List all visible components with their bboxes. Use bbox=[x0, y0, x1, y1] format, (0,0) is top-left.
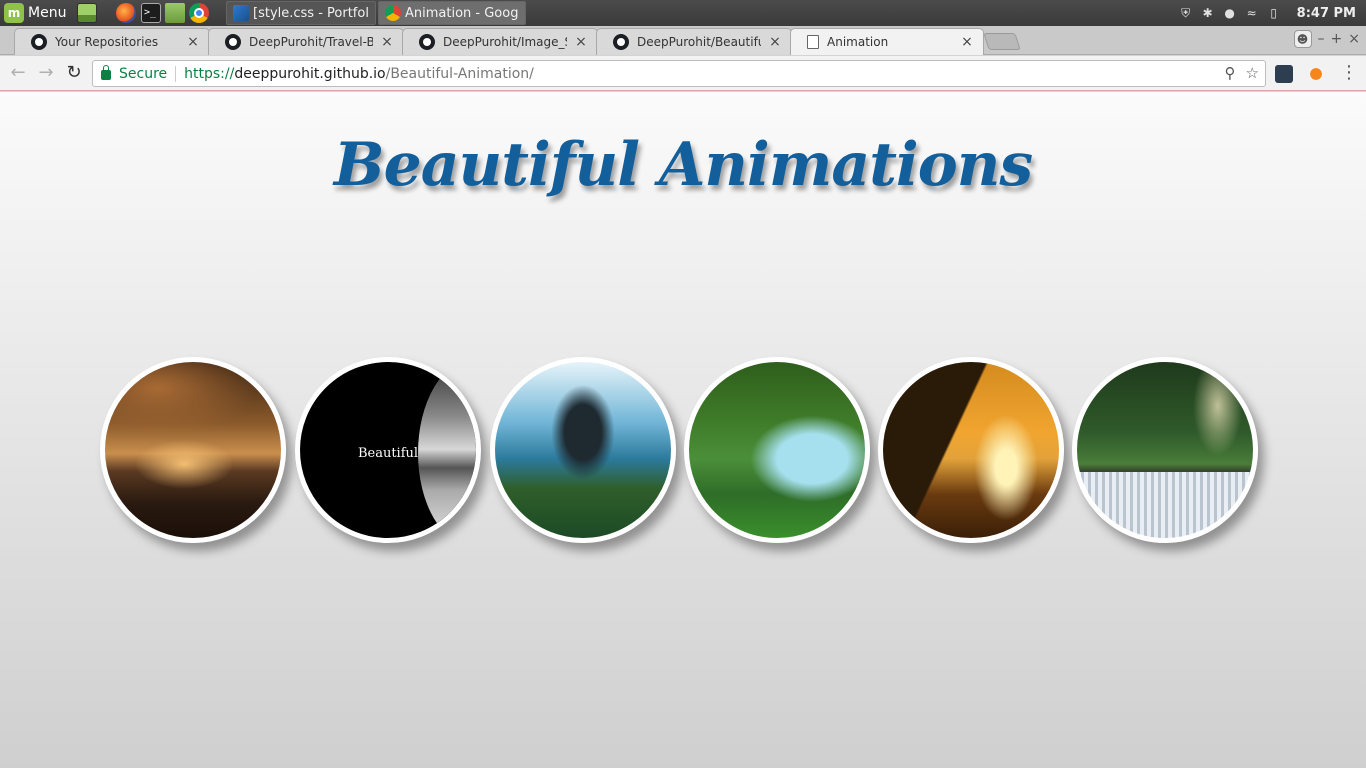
close-icon[interactable]: × bbox=[575, 34, 587, 50]
os-taskbar: m Menu >_ [style.css - Portfoli... Anima… bbox=[0, 0, 1366, 26]
start-menu-label: Menu bbox=[28, 5, 67, 21]
image-circle-waterfall[interactable] bbox=[1072, 357, 1258, 543]
image-circle-row: Beautiful bbox=[100, 357, 1260, 543]
terminal-icon[interactable]: >_ bbox=[141, 3, 161, 23]
new-tab-button[interactable] bbox=[983, 33, 1021, 50]
image-circle-tree[interactable] bbox=[490, 357, 676, 543]
files-folder-icon[interactable] bbox=[165, 3, 185, 23]
linux-mint-icon: m bbox=[4, 3, 24, 23]
reload-icon[interactable]: ↻ bbox=[63, 62, 85, 84]
close-icon[interactable]: × bbox=[381, 34, 393, 50]
github-icon bbox=[31, 34, 47, 50]
close-icon[interactable]: × bbox=[961, 34, 973, 50]
window-controls: ☻ – + × bbox=[1293, 30, 1360, 48]
web-page: Beautiful Animations Beautiful bbox=[0, 92, 1366, 768]
tab-image-slider[interactable]: DeepPurohit/Image_Slid × bbox=[402, 28, 598, 55]
tab-your-repositories[interactable]: Your Repositories × bbox=[14, 28, 210, 55]
system-tray: ⛨ ✱ ● ≈ ▯ 8:47 PM bbox=[1179, 0, 1356, 26]
tab-title: Animation bbox=[827, 35, 889, 49]
minimize-button[interactable]: – bbox=[1318, 31, 1325, 47]
taskbar-window-label: [style.css - Portfoli... bbox=[253, 5, 369, 21]
browser-tabstrip: Your Repositories × DeepPurohit/Travel-B… bbox=[0, 26, 1366, 55]
bookmark-star-icon[interactable]: ☆ bbox=[1246, 64, 1259, 82]
tab-title: Your Repositories bbox=[55, 35, 159, 49]
metamask-extension-icon[interactable] bbox=[1307, 65, 1325, 83]
url-path: /Beautiful-Animation/ bbox=[385, 65, 534, 82]
url-scheme: https:// bbox=[184, 65, 235, 82]
secure-label[interactable]: Secure bbox=[119, 66, 167, 82]
chrome-launcher-icon[interactable] bbox=[189, 3, 209, 23]
github-icon bbox=[225, 34, 241, 50]
battery-icon[interactable]: ▯ bbox=[1267, 6, 1281, 20]
circle-caption: Beautiful bbox=[357, 446, 419, 461]
browser-toolbar: ← → ↻ Secure https:// deeppurohit.github… bbox=[0, 56, 1366, 91]
image-circle-bridge[interactable] bbox=[878, 357, 1064, 543]
tab-title: DeepPurohit/Travel-Boo bbox=[249, 35, 373, 49]
firefox-icon[interactable] bbox=[116, 3, 136, 23]
taskbar-window-vscode[interactable]: [style.css - Portfoli... bbox=[226, 1, 376, 25]
show-desktop-icon[interactable] bbox=[77, 3, 97, 23]
extension-icon[interactable] bbox=[1275, 65, 1293, 83]
wifi-icon[interactable]: ≈ bbox=[1245, 6, 1259, 20]
omnibox-actions: ⚲ ☆ bbox=[1225, 64, 1259, 82]
tab-beautiful-animation-repo[interactable]: DeepPurohit/Beautiful-A × bbox=[596, 28, 792, 55]
back-arrow-icon[interactable]: ← bbox=[7, 62, 29, 84]
start-menu-button[interactable]: m Menu bbox=[4, 3, 66, 23]
tab-travel-book[interactable]: DeepPurohit/Travel-Boo × bbox=[208, 28, 404, 55]
lock-icon[interactable] bbox=[101, 65, 111, 80]
vscode-icon bbox=[233, 5, 249, 21]
close-icon[interactable]: × bbox=[769, 34, 781, 50]
tab-title: DeepPurohit/Beautiful-A bbox=[637, 35, 761, 49]
clock[interactable]: 8:47 PM bbox=[1297, 6, 1356, 21]
github-icon bbox=[419, 34, 435, 50]
image-circle-sunset[interactable] bbox=[100, 357, 286, 543]
close-window-button[interactable]: × bbox=[1348, 31, 1360, 47]
address-bar[interactable]: Secure https:// deeppurohit.github.io /B… bbox=[92, 60, 1266, 87]
github-icon bbox=[613, 34, 629, 50]
url-host: deeppurohit.github.io bbox=[234, 65, 386, 82]
user-icon[interactable]: ● bbox=[1223, 6, 1237, 20]
zoom-icon[interactable]: ⚲ bbox=[1225, 64, 1236, 82]
page-title: Beautiful Animations bbox=[333, 130, 1033, 200]
page-icon bbox=[807, 35, 819, 49]
omnibox-divider bbox=[175, 65, 177, 82]
tab-title: DeepPurohit/Image_Slid bbox=[443, 35, 567, 49]
tab-animation[interactable]: Animation × bbox=[790, 28, 984, 55]
chrome-icon bbox=[385, 5, 401, 21]
profile-icon[interactable]: ☻ bbox=[1293, 30, 1312, 48]
taskbar-window-label: Animation - Googl... bbox=[405, 5, 519, 21]
taskbar-window-chrome[interactable]: Animation - Googl... bbox=[378, 1, 526, 25]
image-circle-hover-animation[interactable]: Beautiful bbox=[295, 357, 481, 543]
browser-menu-icon[interactable]: ⋮ bbox=[1340, 63, 1358, 83]
forward-arrow-icon[interactable]: → bbox=[35, 62, 57, 84]
close-icon[interactable]: × bbox=[187, 34, 199, 50]
image-circle-river[interactable] bbox=[684, 357, 870, 543]
bluetooth-icon[interactable]: ✱ bbox=[1201, 6, 1215, 20]
shield-icon[interactable]: ⛨ bbox=[1179, 6, 1193, 20]
maximize-button[interactable]: + bbox=[1331, 31, 1343, 47]
